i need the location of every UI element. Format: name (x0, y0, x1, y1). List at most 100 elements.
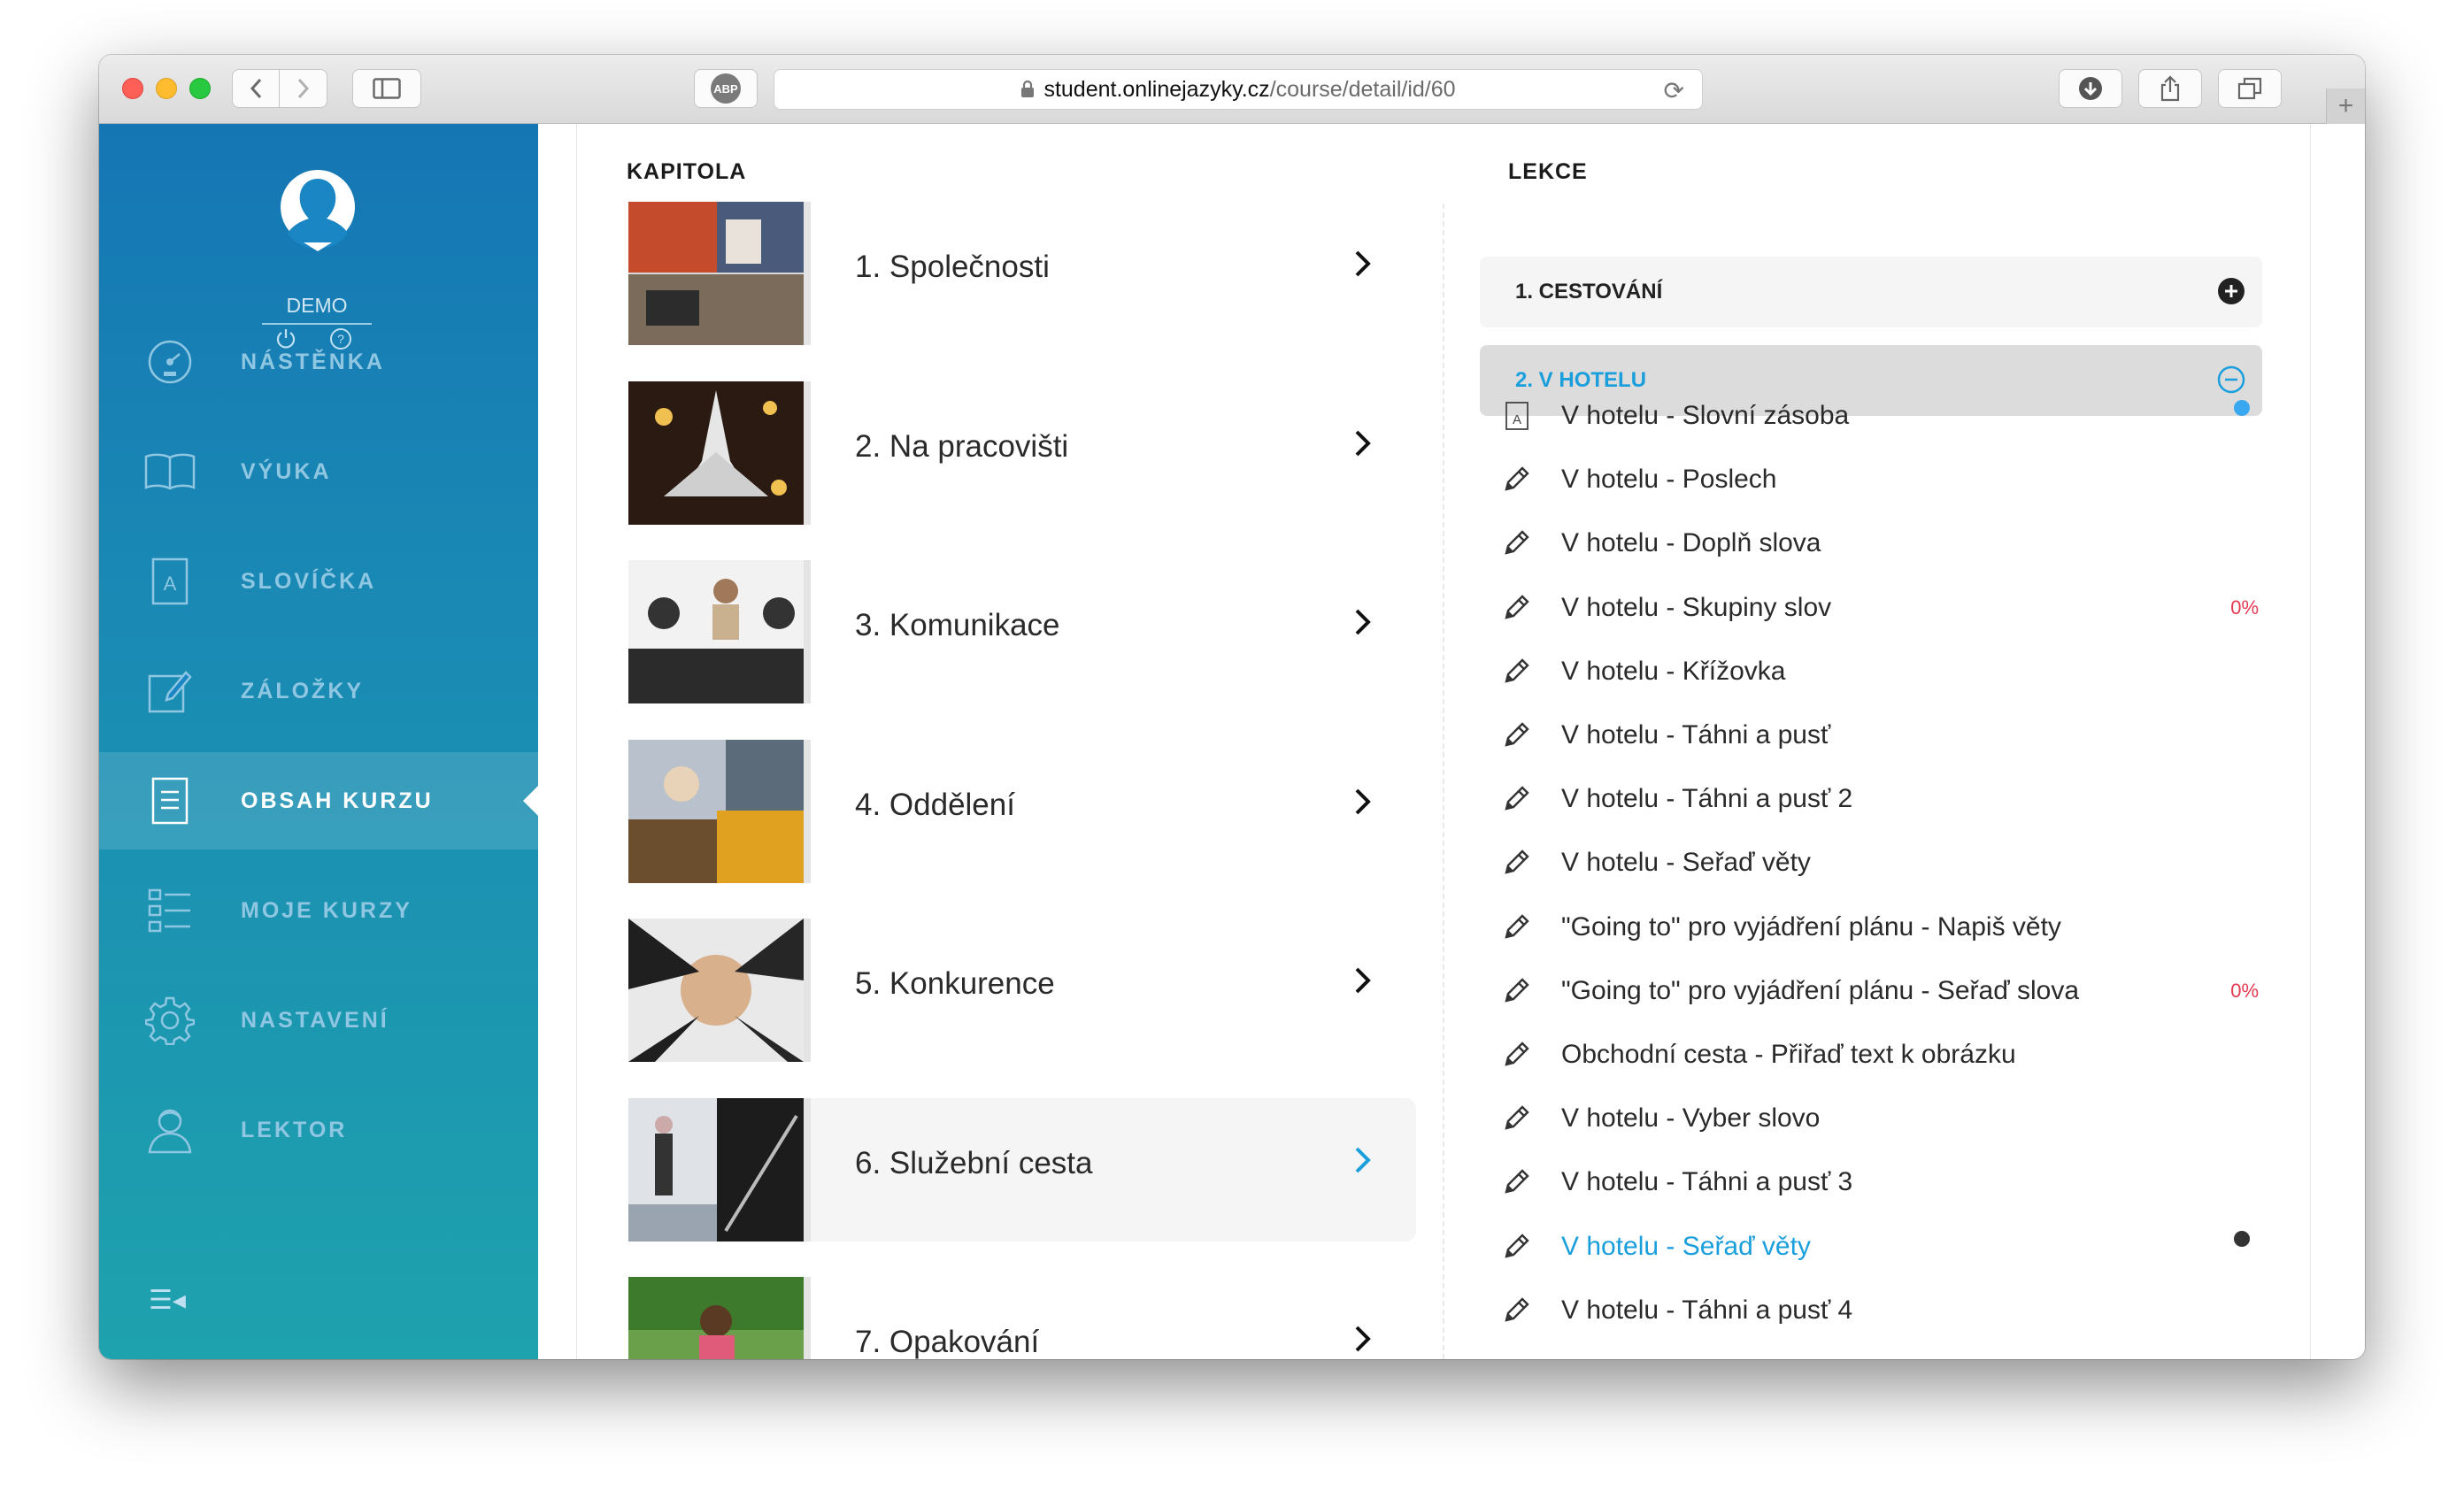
lesson-title: V hotelu - Křížovka (1561, 656, 1786, 686)
lesson-title: V hotelu - Táhni a pusť (1561, 720, 1831, 750)
url-path: /course/detail/id/60 (1269, 76, 1456, 102)
chapter-title: 3. Komunikace (855, 608, 1060, 642)
pencil-icon (1501, 593, 1531, 623)
chapter-item[interactable]: 5. Konkurence (628, 919, 1416, 1062)
lesson-progress-percent: 0% (2230, 979, 2259, 1002)
sidebar-item-label: SLOVÍČKA (241, 568, 377, 594)
lesson-item[interactable]: V hotelu - Táhni a pusť 4 (1498, 1279, 2259, 1342)
chevron-right-icon[interactable] (1352, 248, 1374, 288)
sidebar-item-5[interactable]: MOJE KURZY (99, 862, 538, 959)
chevron-right-icon[interactable] (1352, 427, 1374, 467)
document-icon (143, 774, 196, 827)
sidebar-item-2[interactable]: A SLOVÍČKA (99, 533, 538, 630)
share-icon (2160, 75, 2180, 102)
pencil-icon (1501, 784, 1531, 814)
minimize-window-button[interactable] (156, 78, 177, 99)
sidebar-item-label: NÁSTĚNKA (241, 349, 385, 374)
address-bar[interactable]: student.onlinejazyky.cz/course/detail/id… (774, 69, 1703, 110)
lesson-item[interactable]: V hotelu - Táhni a pusť (1498, 703, 2259, 767)
close-window-button[interactable] (122, 78, 143, 99)
lesson-item[interactable]: "Going to" pro vyjádření plánu - Seřaď s… (1498, 959, 2259, 1023)
lesson-item[interactable]: "Going to" pro vyjádření plánu - Napiš v… (1498, 896, 2259, 959)
expand-circle-icon[interactable] (2216, 276, 2246, 306)
sidebar-item-6[interactable]: NASTAVENÍ (99, 972, 538, 1069)
chapter-thumbnail (628, 381, 804, 525)
chevron-right-icon[interactable] (1352, 1323, 1374, 1359)
pencil-icon (1501, 1040, 1531, 1070)
lesson-item[interactable]: V hotelu - Doplň slova (1498, 511, 2259, 575)
sidebar-item-label: LEKTOR (241, 1117, 348, 1142)
chapter-item[interactable]: 2. Na pracovišti (628, 381, 1416, 525)
share-button[interactable] (2138, 69, 2202, 108)
lesson-item[interactable]: V hotelu - Táhni a pusť 3 (1498, 1150, 2259, 1214)
tabs-overview-button[interactable] (2218, 69, 2282, 108)
lesson-item[interactable]: V hotelu - Táhni a pusť 2 (1498, 767, 2259, 831)
sidebar-item-label: OBSAH KURZU (241, 788, 434, 813)
lesson-title: V hotelu - Poslech (1561, 465, 1777, 495)
pencil-icon (1501, 1167, 1531, 1197)
lesson-title: V hotelu - Táhni a pusť 3 (1561, 1167, 1853, 1197)
chapter-item[interactable]: 4. Oddělení (628, 739, 1416, 883)
adblock-button[interactable]: ABP (694, 69, 758, 108)
lesson-item[interactable]: V hotelu - Seřaď věty (1498, 831, 2259, 895)
lesson-item[interactable]: V hotelu - Vyber slovo (1498, 1087, 2259, 1150)
download-icon (2079, 77, 2102, 100)
pencil-icon (1501, 1295, 1531, 1326)
forward-button[interactable] (280, 69, 327, 108)
dashboard-icon (143, 335, 196, 388)
lesson-item[interactable]: V hotelu - Křížovka (1498, 640, 2259, 703)
status-dot-icon (2234, 400, 2250, 416)
chapter-thumbnail (628, 1097, 804, 1241)
chapter-thumbnail (628, 202, 804, 345)
zoom-window-button[interactable] (189, 78, 211, 99)
lesson-item[interactable]: A V hotelu - Slovní zásoba (1498, 384, 2259, 448)
sidebar-item-1[interactable]: VÝUKA (99, 423, 538, 520)
chevron-right-icon[interactable] (1352, 1144, 1374, 1184)
chapter-item[interactable]: 3. Komunikace (628, 560, 1416, 703)
lesson-item[interactable]: V hotelu - Poslech (1498, 448, 2259, 511)
chapter-title: 6. Služební cesta (855, 1145, 1093, 1180)
chapter-progress-bar (804, 202, 811, 345)
chevron-right-icon[interactable] (1352, 606, 1374, 646)
chevron-right-icon[interactable] (1352, 786, 1374, 826)
lesson-title: V hotelu - Táhni a pusť 4 (1561, 1295, 1853, 1325)
lesson-title: V hotelu - Seřaď věty (1561, 1231, 1811, 1261)
gutter (538, 124, 577, 1359)
lesson-item[interactable]: V hotelu - Seřaď věty (1498, 1215, 2259, 1279)
new-tab-button[interactable]: + (2326, 88, 2365, 124)
back-button[interactable] (232, 69, 280, 108)
chapter-item[interactable]: 1. Společnosti (628, 202, 1416, 345)
chapter-item[interactable]: 7. Opakování (628, 1277, 1416, 1359)
lessons-heading: LEKCE (1508, 159, 1588, 184)
tutor-icon (143, 1103, 196, 1157)
collapse-sidebar-icon[interactable]: ☰◂ (149, 1285, 186, 1316)
sidebar-item-4[interactable]: OBSAH KURZU (99, 752, 539, 849)
chapter-title: 2. Na pracovišti (855, 428, 1069, 464)
sidebar-item-7[interactable]: LEKTOR (99, 1081, 538, 1179)
lesson-title: V hotelu - Táhni a pusť 2 (1561, 784, 1853, 814)
current-lesson-dot-icon (2234, 1230, 2250, 1247)
pencil-icon (1501, 976, 1531, 1006)
list-icon (143, 884, 196, 937)
chapter-progress-bar (804, 1097, 811, 1241)
lesson-item[interactable]: Obchodní cesta - Přiřaď text k obrázku (1498, 1023, 2259, 1087)
chevron-right-icon (297, 78, 309, 99)
pencil-icon (1501, 657, 1531, 687)
sidebar-toggle-button[interactable] (352, 69, 421, 108)
lesson-item[interactable]: V hotelu - Skupiny slov 0% (1498, 576, 2259, 640)
downloads-button[interactable] (2059, 69, 2122, 108)
chevron-right-icon[interactable] (1352, 965, 1374, 1004)
sidebar-item-0[interactable]: NÁSTĚNKA (99, 313, 538, 411)
chapter-item[interactable]: 6. Služební cesta (628, 1097, 1416, 1241)
reload-icon[interactable]: ⟳ (1664, 76, 1684, 105)
lesson-group-header[interactable]: 1. CESTOVÁNÍ (1480, 257, 2262, 327)
url-host: student.onlinejazyky.cz (1043, 76, 1270, 102)
user-avatar-icon[interactable] (279, 168, 357, 253)
lesson-title: V hotelu - Seřaď věty (1561, 848, 1811, 878)
pencil-icon (1501, 465, 1531, 495)
sidebar-item-3[interactable]: ZÁLOŽKY (99, 642, 538, 740)
chapter-thumbnail (628, 739, 804, 883)
gear-icon (143, 994, 196, 1047)
page-content: DEMO ? NÁSTĚNKA VÝUKA A SLOVÍČKA ZÁLOŽKY OBSA… (99, 124, 2365, 1359)
adblock-icon: ABP (711, 73, 741, 104)
